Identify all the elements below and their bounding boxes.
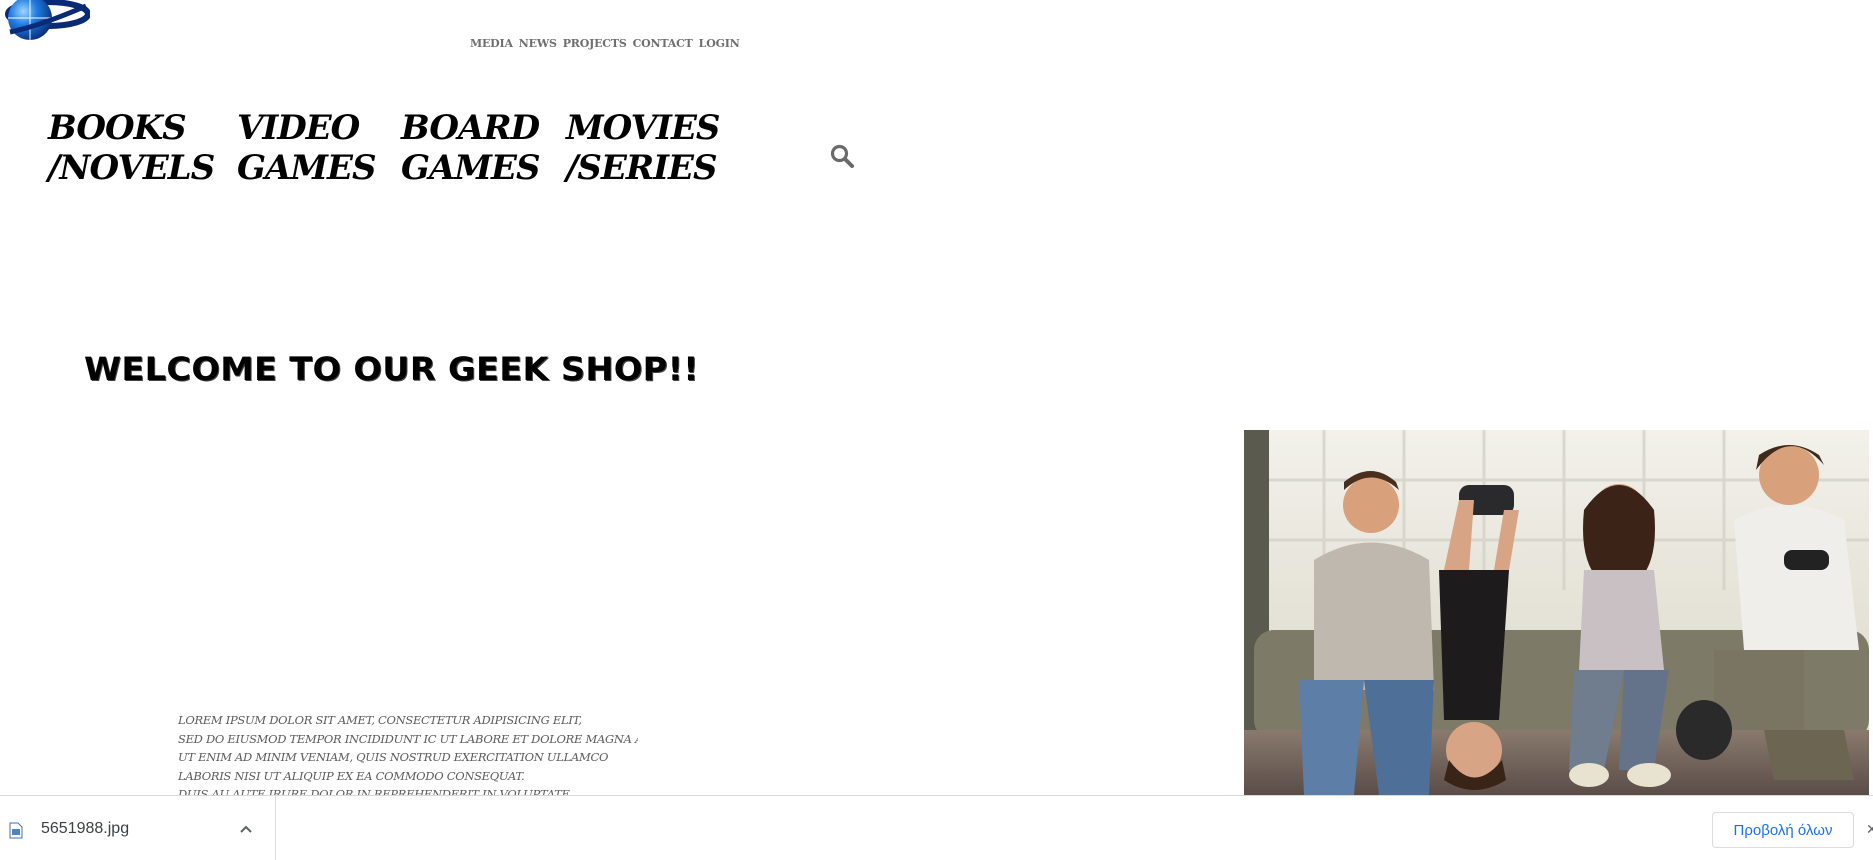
- category-label: MOVIES: [566, 108, 720, 148]
- category-label: /SERIES: [566, 148, 718, 188]
- top-nav: MEDIA NEWS PROJECTS CONTACT LOGIN: [470, 37, 740, 50]
- nav-contact[interactable]: CONTACT: [633, 37, 693, 50]
- intro-line: DUIS AU AUTE IRURE DOLOR IN REPREHENDERI…: [178, 787, 570, 795]
- download-filename: 5651988.jpg: [41, 820, 130, 837]
- globe-logo[interactable]: [0, 0, 90, 44]
- search-icon[interactable]: [829, 143, 855, 169]
- category-label: BOARD: [401, 108, 540, 148]
- category-nav: BOOKS /NOVELS VIDEO GAMES BOARD GAMES MO…: [48, 108, 726, 188]
- category-label: /NOVELS: [48, 148, 215, 188]
- close-icon[interactable]: ✕: [1866, 822, 1873, 838]
- image-file-icon: [9, 822, 23, 839]
- nav-news[interactable]: NEWS: [519, 37, 557, 50]
- download-item[interactable]: 5651988.jpg: [0, 796, 276, 860]
- hero-image-friends-gaming: [1244, 430, 1869, 795]
- category-label: VIDEO: [237, 108, 360, 148]
- nav-projects[interactable]: PROJECTS: [563, 37, 627, 50]
- nav-media[interactable]: MEDIA: [470, 37, 513, 50]
- category-label: GAMES: [401, 148, 541, 188]
- category-books-novels[interactable]: BOOKS /NOVELS: [48, 108, 237, 188]
- download-bar: 5651988.jpg Προβολή όλων ✕: [0, 795, 1873, 860]
- welcome-heading: WELCOME TO OUR GEEK SHOP!!: [84, 350, 699, 388]
- intro-line: UT ENIM AD MINIM VENIAM, QUIS NOSTRUD EX…: [178, 750, 609, 765]
- intro-line: LOREM IPSUM DOLOR SIT AMET, CONSECTETUR …: [178, 713, 582, 727]
- intro-line: LABORIS NISI UT ALIQUIP EX EA COMMODO CO…: [178, 768, 525, 783]
- intro-text: LOREM IPSUM DOLOR SIT AMET, CONSECTETUR …: [178, 711, 638, 795]
- category-label: BOOKS: [48, 108, 187, 148]
- chevron-up-icon[interactable]: [238, 821, 254, 837]
- category-video-games[interactable]: VIDEO GAMES: [237, 108, 401, 188]
- nav-login[interactable]: LOGIN: [699, 37, 740, 50]
- intro-line: SED DO EIUSMOD TEMPOR INCIDIDUNT IC UT L…: [178, 731, 638, 746]
- category-label: GAMES: [237, 148, 377, 188]
- show-all-downloads-button[interactable]: Προβολή όλων: [1712, 812, 1854, 848]
- category-board-games[interactable]: BOARD GAMES: [401, 108, 566, 188]
- category-movies-series[interactable]: MOVIES /SERIES: [566, 108, 726, 188]
